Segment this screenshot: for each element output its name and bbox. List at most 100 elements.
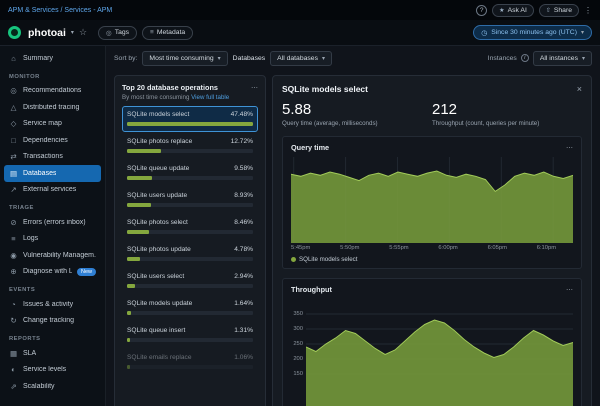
operation-row[interactable]: SQLite models select47.48% [122,106,258,132]
sidebar-item-external-services[interactable]: ↗External services [4,182,101,199]
throughput-tile: Throughput ⋯ 350300250200150 [282,278,582,406]
operation-percentage: 4.78% [234,246,253,254]
sparkle-icon: ★ [499,7,504,14]
operation-row[interactable]: SQLite users select2.94% [122,268,258,294]
sidebar-item-issues-activity[interactable]: ◔ Issues & activity [4,296,101,313]
query-time-x-labels: 5:45pm5:50pm5:55pm6:00pm6:05pm6:10pm [291,245,556,251]
sidebar-item-diagnose-with-lo[interactable]: ⊕Diagnose with Lo...New [4,264,101,281]
operation-bar [127,311,131,315]
sidebar-item-scalability[interactable]: ⇗Scalability [4,378,101,395]
service-levels-icon: ◐ [9,365,18,374]
sidebar-item-errors-errors-inbox[interactable]: ⊘Errors (errors inbox) [4,214,101,231]
sidebar-item-label: Recommendations [23,87,81,94]
sort-by-dropdown[interactable]: Most time consuming ▾ [142,51,227,66]
operation-row[interactable]: SQLite users update8.93% [122,187,258,213]
databases-icon: ▤ [9,169,18,178]
operation-row[interactable]: SQLite photos replace12.72% [122,133,258,159]
menu-icon[interactable]: ⋯ [566,144,573,152]
more-icon[interactable]: ⋮ [584,6,592,15]
top-navigation: APM & Services / Services - APM ? ★ Ask … [0,0,600,20]
logs-icon: ≡ [9,234,18,243]
entity-header: photoai ▾ ☆ ◎ Tags ≡ Metadata ◷ Since 30… [0,20,600,46]
sidebar-item-service-map[interactable]: ◇Service map [4,116,101,133]
operation-row[interactable]: SQLite emails replace1.06% [122,349,258,375]
operation-row[interactable]: SQLite photos select8.46% [122,214,258,240]
sidebar-item-label: Dependencies [23,137,68,144]
throughput-y-labels: 350300250200150 [291,299,306,406]
tag-icon: ◎ [106,29,112,37]
throughput-chart[interactable] [306,299,573,406]
sidebar-item-change-tracking[interactable]: ↻Change tracking [4,313,101,330]
operation-row-text: SQLite users update8.93% [127,192,253,200]
view-full-table-link[interactable]: View full table [191,94,229,101]
favorite-star-icon[interactable]: ☆ [79,27,87,38]
content-area: Top 20 database operations ⋯ By most tim… [106,70,600,406]
sidebar-item-vulnerability-managem[interactable]: ◉Vulnerability Managem... [4,247,101,264]
operations-panel: Top 20 database operations ⋯ By most tim… [114,75,266,406]
sidebar-item-label: Summary [23,55,53,62]
operation-row-text: SQLite photos select8.46% [127,219,253,227]
metadata-button[interactable]: ≡ Metadata [142,26,193,40]
operation-row-text: SQLite users select2.94% [127,273,253,281]
query-time-chart[interactable] [291,157,573,243]
x-axis-label: 5:55pm [389,245,408,251]
operation-bar [127,149,161,153]
sidebar-section-title: TRIAGE [0,198,105,214]
detail-header: SQLite models select × [282,84,582,94]
chevron-down-icon[interactable]: ▾ [71,29,74,36]
databases-value: All databases [277,55,318,62]
operations-header: Top 20 database operations ⋯ [122,83,258,92]
operation-row[interactable]: SQLite queue insert1.31% [122,322,258,348]
app-window: APM & Services / Services - APM ? ★ Ask … [0,0,600,406]
service-name[interactable]: photoai [28,27,66,39]
sidebar-item-transactions[interactable]: ⇄Transactions [4,149,101,166]
share-icon: ⇧ [546,7,551,14]
databases-label: Databases [233,55,266,62]
chevron-down-icon: ▾ [581,29,584,36]
instances-dropdown[interactable]: All instances ▾ [533,51,592,66]
sidebar-item-logs[interactable]: ≡Logs [4,231,101,248]
clock-icon: ◷ [481,29,487,37]
detail-title: SQLite models select [282,84,368,94]
chart-legend[interactable]: SQLite models select [291,256,573,263]
share-label: Share [554,7,572,14]
y-axis-label: 150 [293,371,303,377]
info-icon[interactable]: i [521,54,529,62]
sidebar-item-dependencies[interactable]: □Dependencies [4,132,101,149]
metric-value: 212 [432,101,582,118]
time-picker[interactable]: ◷ Since 30 minutes ago (UTC) ▾ [473,25,592,40]
close-icon[interactable]: × [577,84,582,94]
instances-value: All instances [540,55,578,62]
sidebar-item-service-levels[interactable]: ◐Service levels [4,362,101,379]
ask-ai-button[interactable]: ★ Ask AI [492,4,534,17]
operation-row[interactable]: SQLite photos update4.78% [122,241,258,267]
help-icon[interactable]: ? [476,5,487,16]
menu-icon[interactable]: ⋯ [566,286,573,294]
operation-bar [127,257,140,261]
share-button[interactable]: ⇧ Share [539,4,579,17]
breadcrumb[interactable]: APM & Services / Services - APM [8,7,112,14]
sidebar-item-label: Issues & activity [23,301,73,308]
sidebar-item-label: Vulnerability Managem... [23,252,96,259]
query-time-metric: 5.88 Query time (average, milliseconds) [282,101,432,127]
sidebar-item-summary[interactable]: ⌂Summary [4,50,101,67]
metric-label: Query time (average, milliseconds) [282,120,432,127]
sidebar-item-distributed-tracing[interactable]: △Distributed tracing [4,99,101,116]
sidebar-item-recommendations[interactable]: ◎Recommendations [4,83,101,100]
operation-row[interactable]: SQLite models update1.64% [122,295,258,321]
operation-bar [127,230,149,234]
sidebar-item-label: Scalability [23,383,55,390]
sidebar-item-databases[interactable]: ▤Databases [4,165,101,182]
tags-button[interactable]: ◎ Tags [98,26,137,40]
issues-icon: ◔ [9,300,18,309]
databases-dropdown[interactable]: All databases ▾ [270,51,332,66]
main-area: Sort by: Most time consuming ▾ Databases… [106,46,600,406]
operation-percentage: 8.93% [234,192,253,200]
sidebar-item-label: Change tracking [23,317,74,324]
operation-row[interactable]: SQLite queue update9.58% [122,160,258,186]
sidebar-item-sla[interactable]: ▦SLA [4,345,101,362]
sort-by-label: Sort by: [114,55,137,62]
menu-icon[interactable]: ⋯ [251,84,258,92]
transactions-icon: ⇄ [9,152,18,161]
query-time-header: Query time ⋯ [291,143,573,152]
